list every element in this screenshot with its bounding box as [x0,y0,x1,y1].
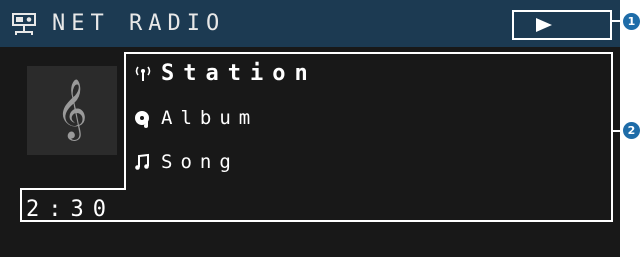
callout-1-badge: 1 [623,13,640,30]
antenna-icon [132,60,154,88]
net-radio-icon [11,12,37,36]
song-name: Song [161,151,239,173]
elapsed-time: 2:30 [26,197,115,222]
music-note-icon [132,148,154,176]
radio-display: NET RADIO 𝄞 Station Album Song 2:30 [0,0,620,257]
play-icon [536,18,552,32]
album-art: 𝄞 [27,66,117,155]
play-button[interactable] [512,10,612,40]
header-bar: NET RADIO [0,0,620,47]
album-disc-icon [132,104,154,132]
svg-text:𝄞: 𝄞 [57,79,88,141]
callout-2-badge: 2 [623,122,640,139]
station-name: Station [161,61,317,86]
treble-clef-icon: 𝄞 [57,79,88,141]
source-title: NET RADIO [52,11,226,36]
album-name: Album [161,107,259,129]
